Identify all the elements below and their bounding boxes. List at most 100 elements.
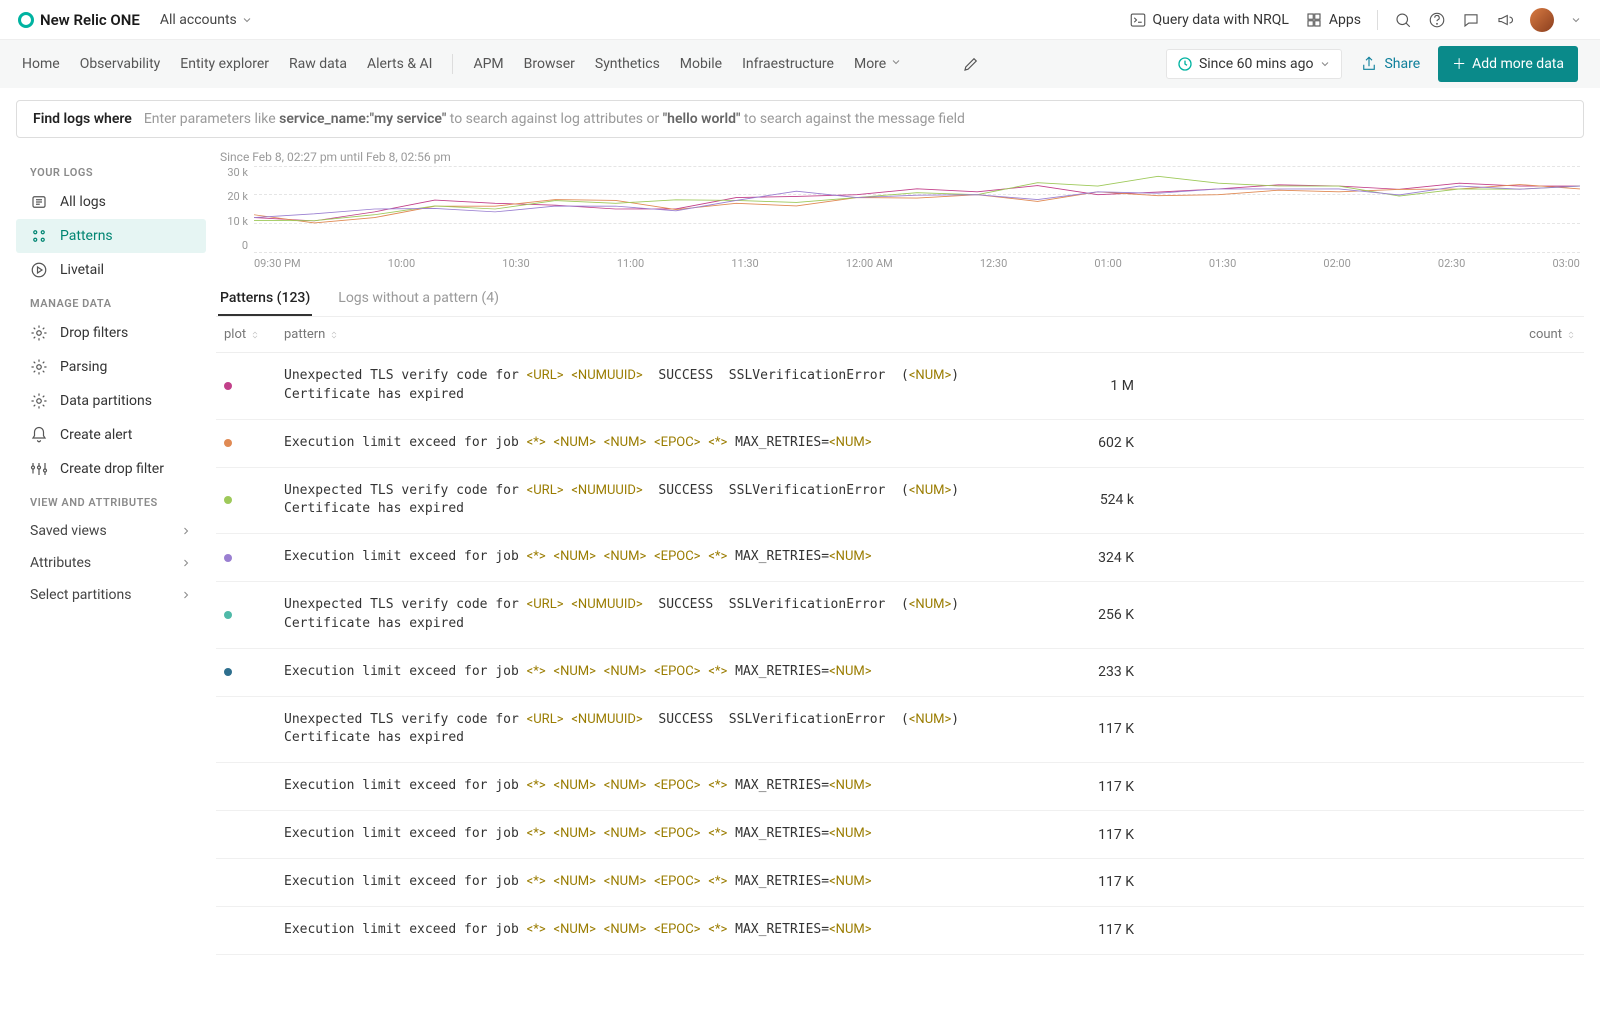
table-row[interactable]: Execution limit exceed for job <*> <NUM>…	[216, 649, 1584, 697]
series-dot	[224, 554, 232, 562]
chevron-down-icon	[890, 56, 902, 68]
nav-home[interactable]: Home	[22, 56, 60, 72]
nav-mobile[interactable]: Mobile	[680, 56, 722, 72]
pattern-text: Unexpected TLS verify code for <URL> <NU…	[284, 711, 1044, 749]
search-icon[interactable]	[1394, 11, 1412, 29]
table-row[interactable]: Execution limit exceed for job <*> <NUM>…	[216, 907, 1584, 955]
main-content: Since Feb 8, 02:27 pm until Feb 8, 02:56…	[206, 150, 1584, 955]
nav-entity-explorer[interactable]: Entity explorer	[180, 56, 269, 72]
sort-icon	[250, 330, 260, 340]
sidebar-item-attributes[interactable]: Attributes	[16, 547, 206, 579]
gear-icon	[30, 392, 48, 410]
table-row[interactable]: Execution limit exceed for job <*> <NUM>…	[216, 420, 1584, 468]
count-cell: 117 K	[1044, 827, 1134, 843]
tab-patterns[interactable]: Patterns (123)	[218, 282, 312, 316]
table-row[interactable]: Execution limit exceed for job <*> <NUM>…	[216, 811, 1584, 859]
sidebar-item-select-partitions[interactable]: Select partitions	[16, 579, 206, 611]
nav-alerts[interactable]: Alerts & AI	[367, 56, 432, 72]
chevron-down-icon[interactable]	[1570, 14, 1582, 26]
nav-raw-data[interactable]: Raw data	[289, 56, 347, 72]
clock-icon	[1177, 56, 1193, 72]
sort-icon	[1566, 330, 1576, 340]
series-dot	[224, 668, 232, 676]
nav-infra[interactable]: Infraestructure	[742, 56, 834, 72]
nav-browser[interactable]: Browser	[524, 56, 575, 72]
play-icon	[30, 261, 48, 279]
sidebar-item-saved-views[interactable]: Saved views	[16, 515, 206, 547]
sidebar-item-create-alert[interactable]: Create alert	[16, 418, 206, 452]
time-picker[interactable]: Since 60 mins ago	[1166, 49, 1342, 79]
nav-apm[interactable]: APM	[473, 56, 503, 72]
patterns-tabs: Patterns (123) Logs without a pattern (4…	[216, 282, 1584, 317]
chart-xlabels: 09:30 PM10:0010:3011:0011:3012:00 AM12:3…	[254, 257, 1580, 270]
sidebar-item-all-logs[interactable]: All logs	[16, 185, 206, 219]
table-row[interactable]: Unexpected TLS verify code for <URL> <NU…	[216, 468, 1584, 535]
table-row[interactable]: Execution limit exceed for job <*> <NUM>…	[216, 763, 1584, 811]
chevron-down-icon	[1319, 58, 1331, 70]
table-header: plot pattern count	[216, 317, 1584, 353]
avatar[interactable]	[1530, 8, 1554, 32]
side-head-manage: MANAGE DATA	[16, 287, 206, 316]
sidebar-label: Parsing	[60, 359, 107, 375]
table-row[interactable]: Unexpected TLS verify code for <URL> <NU…	[216, 353, 1584, 420]
announce-icon[interactable]	[1496, 11, 1514, 29]
sidebar-label: Data partitions	[60, 393, 152, 409]
sidebar-label: Drop filters	[60, 325, 128, 341]
pattern-text: Execution limit exceed for job <*> <NUM>…	[284, 825, 1044, 844]
col-plot[interactable]: plot	[224, 327, 284, 342]
divider	[1377, 10, 1378, 30]
terminal-icon	[1129, 11, 1147, 29]
account-picker[interactable]: All accounts	[160, 12, 253, 28]
sidebar-item-parsing[interactable]: Parsing	[16, 350, 206, 384]
tab-no-pattern[interactable]: Logs without a pattern (4)	[336, 282, 501, 316]
edit-icon[interactable]	[962, 55, 980, 73]
logo-icon	[18, 12, 34, 28]
help-icon[interactable]	[1428, 11, 1446, 29]
series-dot	[224, 496, 232, 504]
nav-synthetics[interactable]: Synthetics	[595, 56, 660, 72]
share-icon	[1360, 55, 1378, 73]
nav-observability[interactable]: Observability	[80, 56, 161, 72]
apps-link[interactable]: Apps	[1305, 11, 1361, 29]
chevron-right-icon	[180, 557, 192, 569]
col-pattern[interactable]: pattern	[284, 327, 1486, 342]
sidebar-item-create-drop-filter[interactable]: Create drop filter	[16, 452, 206, 486]
chart-plot[interactable]	[254, 166, 1580, 252]
sidebar-label: Patterns	[60, 228, 113, 244]
count-cell: 524 k	[1044, 492, 1134, 508]
sidebar-item-drop-filters[interactable]: Drop filters	[16, 316, 206, 350]
divider	[452, 54, 453, 74]
plus-icon: ＋	[1452, 54, 1466, 74]
list-icon	[30, 193, 48, 211]
count-cell: 256 K	[1044, 607, 1134, 623]
sidebar-item-livetail[interactable]: Livetail	[16, 253, 206, 287]
nav-more[interactable]: More	[854, 56, 902, 72]
brand-logo[interactable]: New Relic ONE	[18, 11, 140, 29]
series-dot	[224, 439, 232, 447]
sidebar-item-partitions[interactable]: Data partitions	[16, 384, 206, 418]
add-label: Add more data	[1472, 56, 1564, 72]
sidebar-label: Saved views	[30, 523, 107, 539]
count-cell: 1 M	[1044, 378, 1134, 394]
share-button[interactable]: Share	[1360, 55, 1420, 73]
log-search-bar[interactable]: Find logs where Enter parameters like se…	[16, 100, 1584, 138]
chat-icon[interactable]	[1462, 11, 1480, 29]
pattern-text: Unexpected TLS verify code for <URL> <NU…	[284, 596, 1044, 634]
sidebar-label: Create drop filter	[60, 461, 164, 477]
chevron-down-icon	[241, 14, 253, 26]
table-row[interactable]: Execution limit exceed for job <*> <NUM>…	[216, 859, 1584, 907]
count-cell: 233 K	[1044, 664, 1134, 680]
navbar: Home Observability Entity explorer Raw d…	[0, 40, 1600, 88]
sidebar-item-patterns[interactable]: Patterns	[16, 219, 206, 253]
series-dot	[224, 382, 232, 390]
nrql-link[interactable]: Query data with NRQL	[1129, 11, 1289, 29]
add-data-button[interactable]: ＋ Add more data	[1438, 46, 1578, 82]
patterns-icon	[30, 227, 48, 245]
search-label: Find logs where	[33, 111, 132, 127]
table-row[interactable]: Unexpected TLS verify code for <URL> <NU…	[216, 697, 1584, 764]
table-row[interactable]: Execution limit exceed for job <*> <NUM>…	[216, 534, 1584, 582]
col-count[interactable]: count	[1486, 327, 1576, 342]
table-row[interactable]: Unexpected TLS verify code for <URL> <NU…	[216, 582, 1584, 649]
chevron-right-icon	[180, 525, 192, 537]
pattern-text: Execution limit exceed for job <*> <NUM>…	[284, 663, 1044, 682]
